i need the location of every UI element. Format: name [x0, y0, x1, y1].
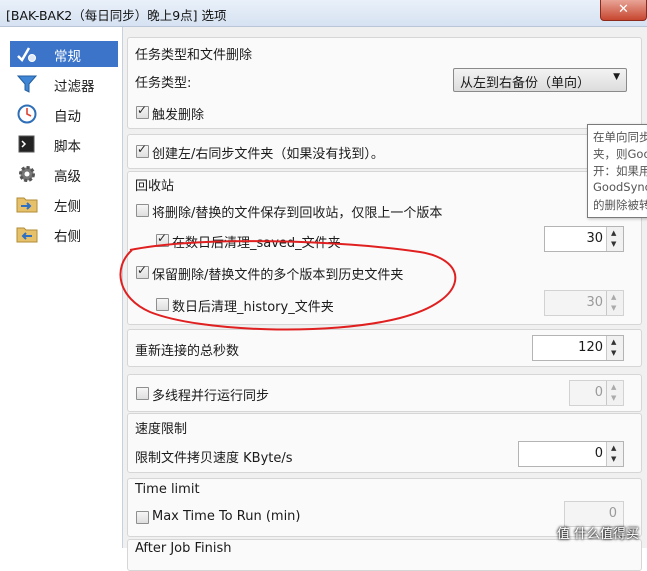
trigger-delete-label: 触发删除: [152, 108, 205, 123]
spin-down-icon[interactable]: ▼: [611, 304, 616, 312]
trigger-delete-checkbox[interactable]: [136, 103, 149, 119]
sidebar-item-general[interactable]: 常规: [10, 41, 118, 67]
recycle-save-checkbox[interactable]: [136, 204, 149, 217]
check-gear-icon: [17, 47, 36, 63]
tooltip-line: GoodSync: [593, 180, 647, 194]
sidebar-item-auto[interactable]: 自动: [10, 101, 118, 127]
stepper-arrows[interactable]: ▲ ▼: [606, 381, 623, 405]
timelimit-group-title: Time limit: [135, 482, 200, 497]
spin-down-icon[interactable]: ▼: [611, 349, 616, 357]
multithread-group: 多线程并行运行同步 0 ▲ ▼: [127, 374, 642, 412]
spin-up-icon[interactable]: ▲: [611, 293, 616, 301]
reconnect-label: 重新连接的总秒数: [135, 344, 240, 359]
afterjob-group-title: After Job Finish: [135, 541, 232, 556]
folder-arrow-left-icon: [16, 227, 38, 243]
stepper-arrows[interactable]: ▲ ▼: [606, 336, 623, 360]
history-cleanup-label: 数日后清理_history_文件夹: [172, 300, 334, 315]
reconnect-seconds-stepper[interactable]: 120 ▲ ▼: [532, 335, 624, 361]
sidebar-item-script[interactable]: 脚本: [10, 131, 118, 157]
create-folders-checkbox[interactable]: [136, 142, 149, 158]
tooltip-line: 夹，则Goo: [593, 147, 647, 161]
tooltip-line: 在单向同步任: [593, 130, 647, 144]
task-group-title: 任务类型和文件删除: [135, 48, 253, 63]
title-bar: [BAK-BAK2（每日同步）晚上9点] 选项 ✕: [0, 0, 647, 27]
speed-group: 速度限制 限制文件拷贝速度 KByte/s 0 ▲ ▼: [127, 413, 642, 473]
spin-up-icon[interactable]: ▲: [611, 383, 616, 391]
speed-group-title: 速度限制: [135, 422, 188, 437]
max-time-label: Max Time To Run (min): [152, 509, 301, 524]
close-icon: ✕: [618, 2, 629, 17]
close-button[interactable]: ✕: [600, 0, 647, 21]
sidebar-item-right[interactable]: 右侧: [10, 221, 118, 247]
speed-limit-stepper[interactable]: 0 ▲ ▼: [518, 441, 624, 467]
spin-down-icon[interactable]: ▼: [611, 394, 616, 402]
stepper-arrows[interactable]: ▲ ▼: [606, 442, 623, 466]
stepper-arrows[interactable]: ▲ ▼: [606, 291, 623, 315]
chevron-down-icon: ▼: [613, 72, 620, 82]
multithread-label: 多线程并行运行同步: [152, 389, 270, 404]
recycle-group-title: 回收站: [135, 179, 175, 194]
history-keep-checkbox[interactable]: [136, 263, 149, 279]
tooltip-line: 的删除被转: [593, 198, 647, 212]
spin-up-icon[interactable]: ▲: [611, 229, 616, 237]
sidebar: 常规 过滤器 自动 脚本 高级 左侧 右侧: [0, 27, 123, 548]
watermark: 值 什么值得买: [556, 527, 639, 542]
task-group: 任务类型和文件删除 任务类型: 从左到右备份（单向） ▼ 触发删除: [127, 37, 642, 129]
saved-cleanup-label: 在数日后清理_saved_文件夹: [172, 236, 341, 251]
spin-up-icon[interactable]: ▲: [611, 444, 616, 452]
clock-icon: [17, 104, 37, 124]
console-icon: [18, 135, 35, 153]
window-title: [BAK-BAK2（每日同步）晚上9点] 选项: [6, 8, 227, 23]
gear-icon: [19, 166, 35, 182]
max-time-checkbox[interactable]: [136, 511, 149, 524]
funnel-icon: [16, 75, 38, 93]
folder-arrow-right-icon: [16, 197, 38, 213]
sidebar-item-advanced[interactable]: 高级: [10, 161, 118, 187]
speed-label: 限制文件拷贝速度 KByte/s: [135, 451, 293, 466]
task-type-select[interactable]: 从左到右备份（单向） ▼: [453, 68, 627, 92]
sidebar-item-left[interactable]: 左侧: [10, 191, 118, 217]
sidebar-item-filters[interactable]: 过滤器: [10, 71, 118, 97]
history-cleanup-checkbox[interactable]: [156, 298, 169, 311]
spin-down-icon[interactable]: ▼: [611, 455, 616, 463]
multithread-checkbox[interactable]: [136, 387, 149, 400]
afterjob-group: After Job Finish: [127, 539, 642, 571]
options-content: 任务类型和文件删除 任务类型: 从左到右备份（单向） ▼ 触发删除 创建左/右同…: [123, 27, 647, 571]
multithread-count-stepper[interactable]: 0 ▲ ▼: [569, 380, 624, 406]
spin-up-icon[interactable]: ▲: [611, 338, 616, 346]
tooltip: 在单向同步任 夹，则Goo 开：如果用 GoodSync 的删除被转: [587, 124, 647, 218]
task-type-label: 任务类型:: [135, 76, 192, 91]
spin-down-icon[interactable]: ▼: [611, 240, 616, 248]
reconnect-group: 重新连接的总秒数 120 ▲ ▼: [127, 329, 642, 367]
create-folders-label: 创建左/右同步文件夹（如果没有找到）。: [152, 147, 384, 162]
saved-cleanup-days-stepper[interactable]: 30 ▲ ▼: [544, 226, 624, 252]
history-keep-label: 保留删除/替换文件的多个版本到历史文件夹: [152, 268, 404, 283]
history-cleanup-days-stepper[interactable]: 30 ▲ ▼: [544, 290, 624, 316]
create-folders-group: 创建左/右同步文件夹（如果没有找到）。: [127, 134, 642, 169]
tooltip-line: 开：如果用: [593, 164, 647, 178]
recycle-group: 回收站 将删除/替换的文件保存到回收站，仅限上一个版本 在数日后清理_saved…: [127, 171, 642, 325]
recycle-save-label: 将删除/替换的文件保存到回收站，仅限上一个版本: [152, 206, 443, 221]
saved-cleanup-checkbox[interactable]: [156, 231, 169, 247]
stepper-arrows[interactable]: ▲ ▼: [606, 227, 623, 251]
